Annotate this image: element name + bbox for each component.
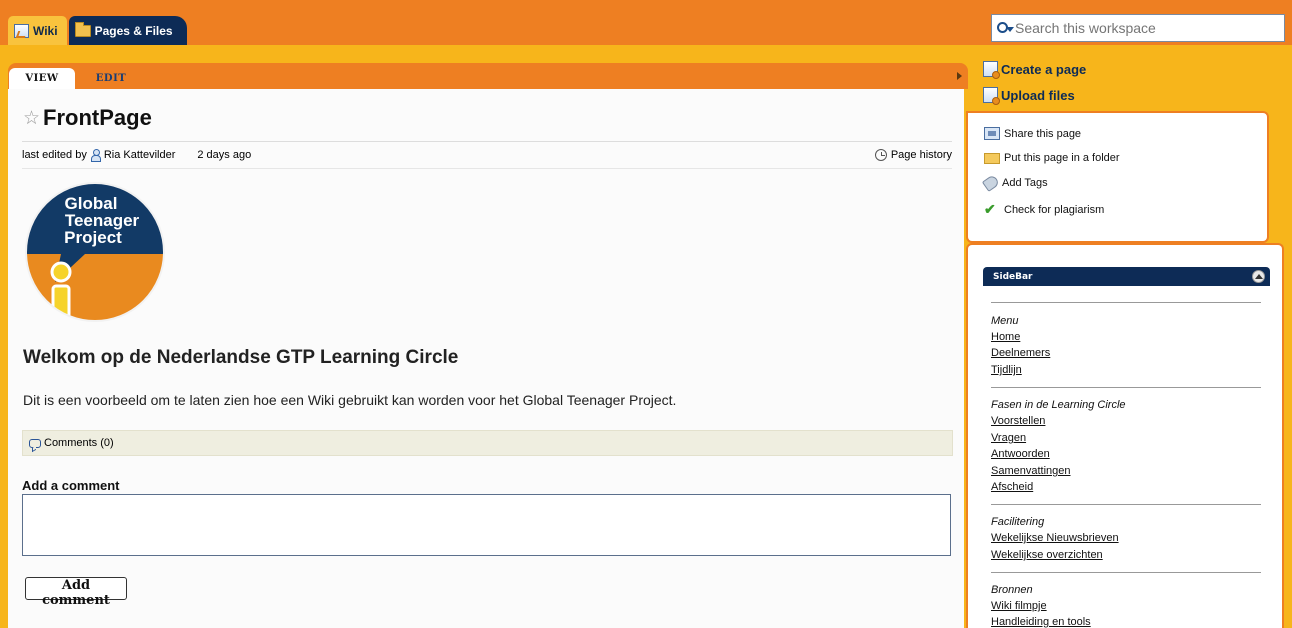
page-title: FrontPage	[43, 105, 152, 130]
divider	[22, 168, 952, 169]
share-page-link[interactable]: Share this page	[984, 127, 1081, 140]
sidebar-link-wiki-filmpje[interactable]: Wiki filmpje	[991, 600, 1047, 612]
page-actions-box: Share this page Put this page in a folde…	[966, 111, 1269, 243]
sidebar-link-vragen[interactable]: Vragen	[991, 432, 1026, 444]
add-tags-link[interactable]: Add Tags	[981, 174, 1048, 192]
upload-file-icon	[983, 87, 1000, 105]
folder-icon	[984, 152, 1000, 164]
clock-icon	[874, 149, 887, 161]
sidebar-link-overzichten[interactable]: Wekelijkse overzichten	[991, 549, 1103, 561]
tab-edit[interactable]: EDIT	[90, 67, 132, 89]
sidebar-header: SideBar	[983, 267, 1270, 286]
sidebar-link-deelnemers[interactable]: Deelnemers	[991, 347, 1050, 359]
workspace-tabs: Wiki Pages & Files	[8, 16, 187, 45]
page-tab-bar: VIEW EDIT	[8, 63, 968, 89]
search-icon[interactable]	[997, 21, 1015, 35]
put-in-folder-label: Put this page in a folder	[1004, 152, 1120, 164]
page-content: ☆ FrontPage last edited by Ria Kattevild…	[8, 89, 964, 628]
editor-name[interactable]: Ria Kattevilder	[104, 149, 176, 161]
intro-paragraph: Dit is een voorbeeld om te laten zien ho…	[23, 392, 677, 408]
sidebar-divider	[991, 572, 1261, 573]
sidebar-link-nieuwsbrieven[interactable]: Wekelijkse Nieuwsbrieven	[991, 532, 1119, 544]
sidebar-title: SideBar	[993, 271, 1033, 282]
tab-wiki[interactable]: Wiki	[8, 16, 67, 45]
tab-view[interactable]: VIEW	[9, 68, 75, 89]
comments-count: Comments (0)	[44, 437, 114, 449]
tab-wiki-label: Wiki	[33, 23, 58, 38]
page-history-label: Page history	[890, 149, 952, 161]
sidebar-link-afscheid[interactable]: Afscheid	[991, 481, 1033, 493]
sidebar-link-tijdlijn[interactable]: Tijdlijn	[991, 364, 1022, 376]
edited-time: 2 days ago	[197, 149, 252, 161]
share-icon	[984, 127, 1000, 140]
page-meta: last edited by Ria Kattevilder 2 days ag…	[22, 149, 252, 162]
upload-files-link[interactable]: Upload files	[983, 87, 1075, 105]
divider	[22, 141, 952, 142]
search-box	[991, 14, 1285, 42]
tag-icon	[981, 174, 1001, 192]
welcome-heading: Welkom op de Nederlandse GTP Learning Ci…	[23, 347, 459, 368]
tab-pages-files-label: Pages & Files	[94, 23, 173, 38]
new-page-icon	[983, 61, 1000, 79]
sidebar-divider	[991, 387, 1261, 388]
check-plagiarism-link[interactable]: ✔ Check for plagiarism	[984, 201, 1104, 218]
sidebar-divider	[991, 504, 1261, 505]
gtp-logo: Global Teenager Project	[25, 182, 165, 322]
create-page-link[interactable]: Create a page	[983, 61, 1087, 79]
sidebar-heading-facilitering: Facilitering	[991, 516, 1045, 528]
search-input[interactable]	[1015, 20, 1275, 36]
tab-pages-files[interactable]: Pages & Files	[68, 16, 187, 45]
wiki-page-icon	[14, 23, 29, 38]
upload-files-label: Upload files	[1001, 87, 1075, 103]
check-plagiarism-label: Check for plagiarism	[1004, 203, 1105, 216]
sidebar-link-samenvattingen[interactable]: Samenvattingen	[991, 465, 1071, 477]
expand-arrow-icon[interactable]	[957, 72, 962, 80]
sidebar-link-home[interactable]: Home	[991, 331, 1020, 343]
top-bar: Wiki Pages & Files	[0, 0, 1292, 45]
user-icon	[90, 149, 101, 162]
sidebar-heading-bronnen: Bronnen	[991, 584, 1033, 596]
last-edited-label: last edited by	[22, 149, 87, 161]
add-comment-button[interactable]: Add comment	[25, 577, 127, 608]
add-comment-label: Add a comment	[22, 478, 120, 493]
title-row: ☆ FrontPage	[23, 105, 152, 131]
comment-textarea[interactable]	[22, 494, 951, 556]
create-page-label: Create a page	[1001, 61, 1087, 77]
sidebar-heading-menu: Menu	[991, 315, 1019, 327]
sidebar-divider	[991, 302, 1261, 303]
comment-bubble-icon	[29, 438, 41, 448]
page-history-link[interactable]: Page history	[874, 149, 952, 161]
sidebar-link-antwoorden[interactable]: Antwoorden	[991, 448, 1050, 460]
collapse-icon[interactable]	[1252, 270, 1265, 283]
star-icon[interactable]: ☆	[23, 109, 40, 128]
sidebar-link-handleiding[interactable]: Handleiding en tools	[991, 616, 1091, 628]
share-page-label: Share this page	[1004, 127, 1082, 140]
put-in-folder-link[interactable]: Put this page in a folder	[984, 152, 1120, 164]
logo-line-3: Project	[64, 228, 122, 247]
sidebar-heading-fasen: Fasen in de Learning Circle	[991, 399, 1126, 411]
checkmark-icon: ✔	[984, 201, 996, 217]
comments-toggle[interactable]: Comments (0)	[22, 430, 953, 456]
folder-icon	[74, 21, 91, 37]
add-tags-label: Add Tags	[1002, 177, 1048, 189]
sidebar-link-voorstellen[interactable]: Voorstellen	[991, 415, 1045, 427]
